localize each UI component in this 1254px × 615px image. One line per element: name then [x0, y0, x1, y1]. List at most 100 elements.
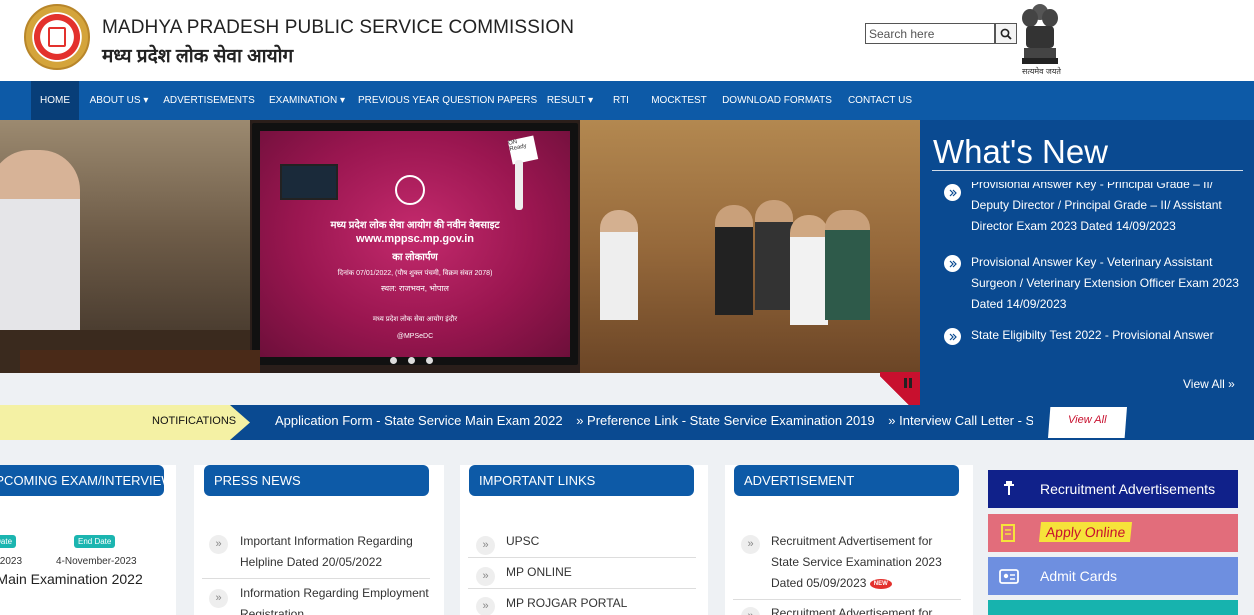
press-news-link[interactable]: Information Regarding Employment Registr… [240, 583, 430, 615]
press-news-link[interactable]: Important Information Regarding Helpline… [240, 531, 430, 573]
start-date-badge: Start Date [0, 535, 17, 548]
banner-tassel [515, 160, 523, 210]
start-date: 9-October-2023 [0, 556, 23, 567]
whats-new-item-text[interactable]: Provisional Answer Key - Principal Grade… [971, 182, 1241, 237]
card-title: ADVERTISEMENT [734, 465, 959, 496]
nav-mocktest[interactable]: MOCKTEST [646, 81, 712, 120]
card-title: UPCOMING EXAM/INTERVIEW [0, 465, 164, 496]
chevron-right-icon: » [476, 567, 495, 586]
quick-link-label[interactable]: Admit Cards [1040, 568, 1117, 584]
search-button[interactable] [995, 23, 1017, 44]
screen-text-2: www.mppsc.mp.gov.in [356, 233, 474, 245]
page: MADHYA PRADESH PUBLIC SERVICE COMMISSION… [0, 0, 1254, 615]
end-date: 4-November-2023 [56, 556, 137, 567]
nav-contact-us[interactable]: CONTACT US [842, 81, 918, 120]
quick-link-label[interactable]: Recruitment Advertisements [1040, 481, 1215, 497]
screen-text-7: @MPSeDC [396, 333, 434, 340]
pause-icon[interactable] [902, 377, 914, 389]
divider [468, 557, 696, 558]
chevron-right-icon [944, 184, 961, 201]
whats-new-divider [932, 170, 1243, 171]
banner-tv [280, 164, 338, 200]
card-title: PRESS NEWS [204, 465, 429, 496]
screen-text-5: स्थल: राजभवन, भोपाल [381, 284, 449, 293]
id-card-icon [999, 569, 1019, 584]
nav-previous-papers[interactable]: PREVIOUS YEAR QUESTION PAPERS [358, 81, 537, 120]
important-link-upsc[interactable]: UPSC [506, 531, 539, 552]
whats-new-title: What's New [933, 133, 1109, 170]
slider-dot[interactable] [426, 357, 433, 364]
banner-table [20, 350, 260, 373]
chevron-right-icon: » [476, 536, 495, 555]
screen-logo-icon [395, 175, 425, 205]
banner-person [825, 210, 870, 320]
quick-link-admit-cards[interactable]: Admit Cards [988, 557, 1238, 595]
site-header: MADHYA PRADESH PUBLIC SERVICE COMMISSION… [0, 0, 1254, 81]
banner-person [755, 200, 793, 310]
notification-link[interactable]: Application Form - State Service Main Ex… [275, 413, 563, 428]
edit-document-icon [1001, 524, 1015, 542]
site-title-hindi[interactable]: मध्य प्रदेश लोक सेवा आयोग [102, 42, 293, 68]
banner-person [715, 205, 753, 315]
nav-download-formats[interactable]: DOWNLOAD FORMATS [722, 81, 832, 120]
banner-person [790, 215, 828, 325]
card-title-text: UPCOMING EXAM/INTERVIEW [0, 473, 164, 488]
chevron-right-icon [944, 255, 961, 272]
main-navigation: HOME ABOUT US ▾ ADVERTISEMENTS EXAMINATI… [0, 81, 1254, 120]
quick-link-label[interactable]: Apply Online [1038, 522, 1133, 542]
screen-text-3: का लोकार्पण [392, 252, 438, 263]
banner-scene-left [0, 120, 250, 373]
nav-examination[interactable]: EXAMINATION ▾ [266, 81, 348, 120]
advertisement-card: ADVERTISEMENT » Recruitment Advertisemen… [725, 465, 973, 615]
emblem-motto: सत्यमेव जयते [1022, 67, 1061, 76]
whats-new-list: Provisional Answer Key - Principal Grade… [920, 182, 1254, 348]
advertisement-link[interactable]: Recruitment Advertisement for [771, 603, 951, 615]
divider [468, 588, 696, 589]
screen-text-1: मध्य प्रदेश लोक सेवा आयोग की नवीन वेबसाइ… [330, 220, 500, 231]
banner-slider[interactable]: मध्य प्रदेश लोक सेवा आयोग की नवीन वेबसाइ… [0, 120, 920, 373]
banner-person [600, 210, 638, 320]
notifications-view-all-label[interactable]: View All [1068, 414, 1107, 426]
nav-rti[interactable]: RTI [606, 81, 636, 120]
press-news-card: PRESS NEWS » Important Information Regar… [194, 465, 444, 615]
chevron-right-icon: » [209, 589, 228, 608]
nav-result[interactable]: RESULT ▾ [544, 81, 596, 120]
banner-scene-right [580, 120, 920, 373]
chevron-right-icon: » [741, 535, 760, 554]
divider [202, 578, 430, 579]
site-title-english[interactable]: MADHYA PRADESH PUBLIC SERVICE COMMISSION [102, 17, 574, 39]
notifications-marquee: Application Form - State Service Main Ex… [275, 413, 1033, 433]
notification-link[interactable]: » Preference Link - State Service Examin… [576, 413, 874, 428]
slider-dot[interactable] [408, 357, 415, 364]
chevron-right-icon [944, 328, 961, 345]
important-link-mp-rojgar-portal[interactable]: MP ROJGAR PORTAL [506, 593, 627, 614]
search-input[interactable] [865, 23, 995, 44]
advertisement-link-text[interactable]: Recruitment Advertisement for State Serv… [771, 534, 942, 590]
important-link-mp-online[interactable]: MP ONLINE [506, 562, 572, 583]
quick-link-next[interactable] [988, 600, 1238, 615]
whats-new-panel: What's New Provisional Answer Key - Prin… [920, 120, 1254, 405]
new-badge-icon: NEW [869, 578, 892, 589]
slider-pause-corner[interactable] [880, 372, 920, 406]
upcoming-exam-card: UPCOMING EXAM/INTERVIEW Start Date End D… [0, 465, 176, 615]
mppsc-logo[interactable] [24, 4, 90, 70]
notifications-bar: NOTIFICATIONS Application Form - State S… [0, 405, 1254, 440]
quick-link-recruitment-advertisements[interactable]: Recruitment Advertisements [988, 470, 1238, 508]
chevron-right-icon: » [741, 607, 760, 615]
slider-dot[interactable] [390, 357, 397, 364]
list-item[interactable]: Provisional Answer Key - Principal Grade… [944, 182, 1244, 234]
whats-new-view-all-link[interactable]: View All » [1183, 377, 1235, 391]
quick-link-apply-online[interactable]: Apply Online [988, 514, 1238, 552]
exam-name-link[interactable]: State Service Main Examination 2022 [0, 569, 152, 590]
nav-about-us[interactable]: ABOUT US ▾ [86, 81, 152, 120]
card-title: IMPORTANT LINKS [469, 465, 694, 496]
nav-home[interactable]: HOME [31, 81, 79, 120]
whats-new-item-text[interactable]: State Eligibilty Test 2022 - Provisional… [971, 325, 1241, 346]
screen-text-6: मध्य प्रदेश लोक सेवा आयोग इंदौर [372, 316, 458, 323]
nav-advertisements[interactable]: ADVERTISEMENTS [162, 81, 256, 120]
whats-new-item-text[interactable]: Provisional Answer Key - Veterinary Assi… [971, 252, 1241, 315]
end-date-badge: End Date [74, 535, 116, 548]
notification-link[interactable]: » Interview Call Letter - State Servic [888, 413, 1033, 428]
screen-text-4: दिनांक 07/01/2022, (पौष शुक्ल पंचमी, विक… [337, 270, 493, 277]
advertisement-link[interactable]: Recruitment Advertisement for State Serv… [771, 531, 951, 594]
